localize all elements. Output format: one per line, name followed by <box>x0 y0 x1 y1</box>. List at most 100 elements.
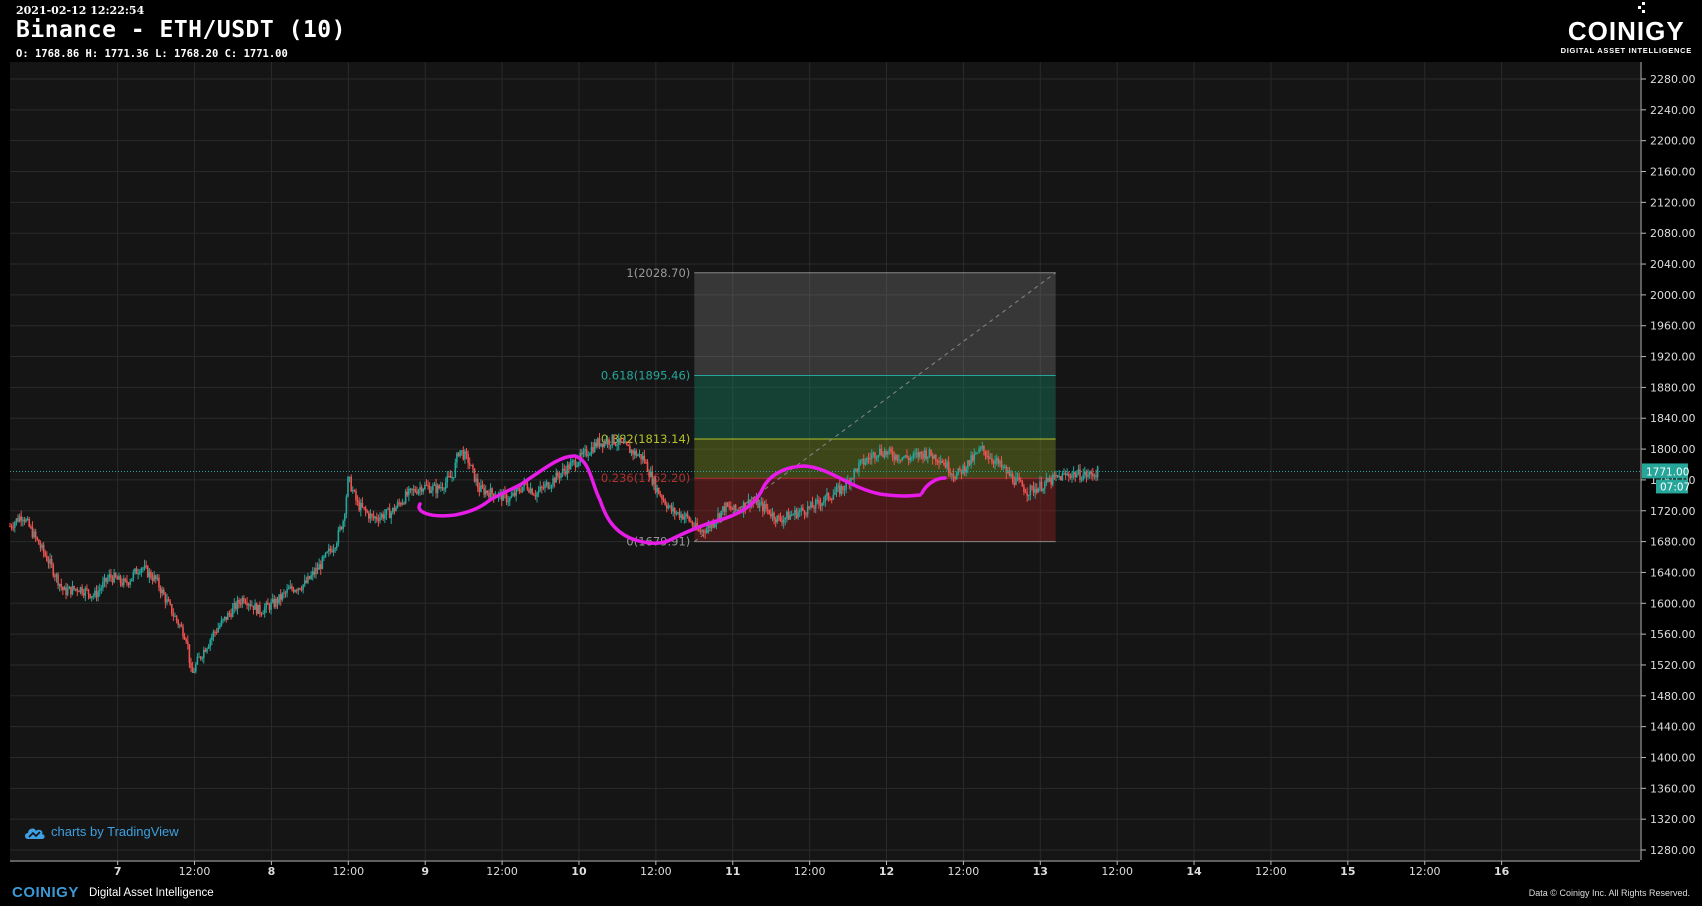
coinigy-logo: COINIGY DIGITAL ASSET INTELLIGENCE <box>1561 2 1692 55</box>
candle-body <box>563 468 566 471</box>
candle-body <box>835 487 838 493</box>
candle-body <box>911 457 913 459</box>
candle-body <box>409 488 412 490</box>
chart-canvas[interactable]: 1280.001320.001360.001400.001440.001480.… <box>0 0 1702 906</box>
candle-body <box>987 456 990 459</box>
candle-body <box>220 620 223 626</box>
candle-body <box>12 527 15 529</box>
candle-body <box>156 577 159 579</box>
candle-body <box>643 455 646 462</box>
candle-body <box>593 442 596 452</box>
price-tick-label: 1400.00 <box>1650 751 1696 764</box>
candle-body <box>1047 478 1049 482</box>
candle-body <box>611 434 614 445</box>
candle-body <box>384 514 386 519</box>
candle-body <box>549 487 551 489</box>
candle-body <box>640 454 642 460</box>
candle-body <box>686 513 689 517</box>
candle-body <box>798 510 801 513</box>
candle-body <box>1021 481 1024 487</box>
candle-body <box>641 455 644 460</box>
candle-body <box>143 565 146 569</box>
candle-body <box>608 439 610 445</box>
candle-body <box>875 457 878 459</box>
candle-body <box>896 454 899 460</box>
price-axis <box>1640 62 1702 860</box>
candle-body <box>962 465 964 474</box>
candle-body <box>209 639 212 646</box>
candle-body <box>842 486 844 490</box>
candle-body <box>419 487 421 490</box>
candle-body <box>159 587 162 594</box>
candle-body <box>991 458 993 462</box>
candle-body <box>585 449 588 456</box>
candle-body <box>621 441 623 443</box>
candle-body <box>454 462 457 478</box>
candle-body <box>66 589 69 595</box>
candle-body <box>302 584 304 590</box>
candle-body <box>316 567 319 570</box>
candle-body <box>63 587 66 591</box>
candle-body <box>10 526 13 528</box>
candle-body <box>422 489 425 492</box>
candle-body <box>299 588 301 590</box>
candle-body <box>457 453 460 456</box>
candle-body <box>584 449 586 451</box>
candle-body <box>531 488 533 495</box>
candle-body <box>677 512 679 514</box>
candle-body <box>555 472 558 483</box>
candle-body <box>667 506 670 509</box>
candle-body <box>1000 460 1003 468</box>
candle-body <box>539 486 541 491</box>
candle-body <box>41 544 43 548</box>
candle-body <box>217 627 220 633</box>
candle-body <box>396 502 399 508</box>
candle-body <box>557 472 559 477</box>
logo-tagline: DIGITAL ASSET INTELLIGENCE <box>1560 46 1692 55</box>
candle-body <box>440 487 442 489</box>
candle-body <box>1013 482 1016 486</box>
candle-body <box>39 544 42 548</box>
candle-body <box>33 531 35 538</box>
candle-body <box>866 458 868 463</box>
candle-body <box>400 503 402 505</box>
candle-body <box>971 455 974 461</box>
candle-body <box>329 548 332 551</box>
candle-body <box>20 516 23 521</box>
candle-body <box>351 490 354 492</box>
candle-body <box>613 434 615 444</box>
candle-body <box>190 662 192 668</box>
candle-body <box>428 485 431 493</box>
time-tick-label: 12:00 <box>332 865 364 878</box>
candle-body <box>811 502 814 508</box>
candle-body <box>275 598 277 607</box>
candle-body <box>870 454 873 459</box>
candle-body <box>645 461 647 463</box>
candle-body <box>885 451 887 455</box>
candle-body <box>664 500 666 505</box>
candle-body <box>395 507 397 512</box>
candle-body <box>137 573 139 575</box>
candle-body <box>609 444 612 446</box>
candle-body <box>931 455 934 459</box>
candle-body <box>718 513 721 519</box>
candle-body <box>1096 466 1099 478</box>
candle-body <box>81 587 83 594</box>
candle-body <box>979 447 982 449</box>
candle-body <box>294 590 296 592</box>
candle-body <box>324 552 327 557</box>
candle-body <box>515 488 517 496</box>
candle-body <box>31 526 34 538</box>
candle-body <box>262 613 264 615</box>
candle-body <box>662 499 665 501</box>
candle-body <box>267 602 269 605</box>
tradingview-watermark[interactable]: charts by TradingView <box>24 824 179 840</box>
candle-body <box>967 460 969 469</box>
candle-body <box>300 589 303 591</box>
candle-body <box>233 603 236 608</box>
candle-body <box>704 532 706 534</box>
candle-body <box>364 507 367 512</box>
candle-body <box>637 455 639 457</box>
candle-body <box>124 578 127 581</box>
candle-body <box>797 512 799 518</box>
